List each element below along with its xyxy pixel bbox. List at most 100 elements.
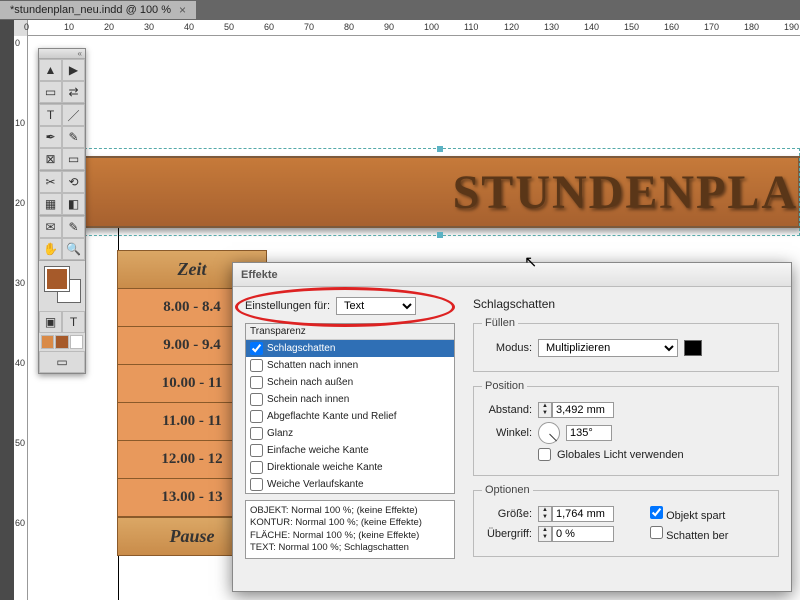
drop-shadow-heading: Schlagschatten [473,297,779,311]
settings-for-select[interactable]: Text [336,297,416,315]
title-banner-frame[interactable]: STUNDENPLA [82,156,800,228]
object-knocks-checkbox[interactable] [650,506,663,519]
angle-dial[interactable] [538,422,560,444]
effect-list-item[interactable]: Abgeflachte Kante und Relief [246,408,454,425]
shadow-color-swatch[interactable] [684,340,702,356]
format-container-icon[interactable]: ▣ [39,311,62,333]
effect-checkbox[interactable] [250,444,263,457]
hand-tool-icon[interactable]: ✋ [39,238,62,260]
apply-gradient-icon[interactable] [55,335,68,349]
object-knocks-label: Objekt spart [666,510,725,522]
effect-checkbox[interactable] [250,410,263,423]
pen-tool-icon[interactable]: ✒ [39,126,62,148]
effect-label: Schatten nach innen [267,360,358,371]
distance-label: Abstand: [482,404,532,416]
blend-fieldset: Füllen Modus: Multiplizieren [473,317,779,372]
blend-mode-select[interactable]: Multiplizieren [538,339,678,357]
effects-summary: OBJEKT: Normal 100 %; (keine Effekte) KO… [245,500,455,559]
effect-checkbox[interactable] [250,478,263,491]
angle-label: Winkel: [482,427,532,439]
effect-label: Schein nach innen [267,394,349,405]
rect-tool-icon[interactable]: ▭ [62,148,85,170]
fill-swatch[interactable] [45,267,69,291]
blend-legend: Füllen [482,317,518,329]
options-legend: Optionen [482,484,533,496]
effect-list-item[interactable]: Schatten nach innen [246,357,454,374]
effect-list-item[interactable]: Schein nach außen [246,374,454,391]
view-mode-icon[interactable]: ▭ [39,351,85,373]
page-tool-icon[interactable]: ▭ [39,81,62,103]
effect-label: Schlagschatten [267,343,335,354]
size-label: Größe: [482,508,532,520]
spread-input[interactable] [552,526,614,542]
direct-select-tool-icon[interactable]: ▶ [62,59,85,81]
distance-input[interactable] [552,402,614,418]
distance-spinner[interactable]: ▲▼ [538,402,614,418]
pencil-tool-icon[interactable]: ✎ [62,126,85,148]
banner-text: STUNDENPLA [453,165,798,220]
effects-listbox[interactable]: Transparenz Schlagschatten Schatten nach … [245,323,455,494]
note-tool-icon[interactable]: ✉ [39,216,62,238]
effect-list-item[interactable]: Einfache weiche Kante [246,442,454,459]
effect-list-item[interactable]: Schlagschatten [246,340,454,357]
fill-stroke-swatch[interactable] [39,261,85,311]
close-tab-icon[interactable]: × [179,3,186,17]
color-mode-row [39,333,85,351]
effect-label: Glanz [267,428,293,439]
document-tab[interactable]: *stundenplan_neu.indd @ 100 % × [0,1,196,19]
options-fieldset: Optionen Größe: ▲▼ Objekt spart Übergrif… [473,484,779,557]
dialog-title[interactable]: Effekte [233,263,791,287]
line-tool-icon[interactable]: ／ [62,104,85,126]
selection-tool-icon[interactable]: ▲ [39,59,62,81]
tab-title: *stundenplan_neu.indd @ 100 % [10,4,171,16]
effect-checkbox[interactable] [250,427,263,440]
effect-list-item[interactable]: Weiche Verlaufskante [246,476,454,493]
effect-checkbox[interactable] [250,393,263,406]
position-fieldset: Position Abstand: ▲▼ Winkel: Globales Li… [473,380,779,476]
settings-for-label: Einstellungen für: [245,300,330,312]
shadow-honors-checkbox[interactable] [650,526,663,539]
effect-list-item[interactable]: Schein nach innen [246,391,454,408]
apply-none-icon[interactable] [70,335,83,349]
spread-label: Übergriff: [482,528,532,540]
spread-spinner[interactable]: ▲▼ [538,526,614,542]
shadow-honors-label: Schatten ber [666,530,728,542]
size-spinner[interactable]: ▲▼ [538,506,614,522]
size-input[interactable] [552,506,614,522]
effect-label: Direktionale weiche Kante [267,462,383,473]
global-light-label: Globales Licht verwenden [557,449,684,461]
gap-tool-icon[interactable]: ⇄ [62,81,85,103]
effect-checkbox[interactable] [250,359,263,372]
mode-label: Modus: [482,342,532,354]
effects-dialog[interactable]: Effekte Einstellungen für: Text Transpar… [232,262,792,592]
document-tabbar: *stundenplan_neu.indd @ 100 % × [0,0,800,20]
scissors-tool-icon[interactable]: ✂ [39,171,62,193]
apply-color-icon[interactable] [41,335,54,349]
zoom-tool-icon[interactable]: 🔍 [62,238,85,260]
effect-checkbox[interactable] [250,461,263,474]
effect-list-item[interactable]: Glanz [246,425,454,442]
type-tool-icon[interactable]: T [39,104,62,126]
gradient-swatch-tool-icon[interactable]: ▦ [39,193,62,215]
effect-checkbox[interactable] [250,376,263,389]
ruler-horizontal[interactable]: 0102030405060708090100110120130140150160… [14,20,800,36]
transform-tool-icon[interactable]: ⟲ [62,171,85,193]
ruler-vertical[interactable]: 0102030405060 [14,36,28,600]
angle-input[interactable] [566,425,612,441]
panel-grip[interactable]: « [39,49,85,59]
list-header[interactable]: Transparenz [246,324,454,340]
position-legend: Position [482,380,527,392]
tools-panel[interactable]: « ▲ ▶ ▭ ⇄ T ／ ✒ ✎ ⊠ ▭ ✂ ⟲ ▦ ◧ ✉ ✎ ✋ 🔍 ▣ … [38,48,86,374]
format-text-icon[interactable]: T [62,311,85,333]
effect-list-item[interactable]: Direktionale weiche Kante [246,459,454,476]
effect-checkbox[interactable] [250,342,263,355]
gradient-feather-tool-icon[interactable]: ◧ [62,193,85,215]
ruler-top-ticks: 0102030405060708090100110120130140150160… [28,20,800,35]
rect-frame-tool-icon[interactable]: ⊠ [39,148,62,170]
global-light-checkbox[interactable] [538,448,551,461]
effect-label: Einfache weiche Kante [267,445,369,456]
effect-label: Weiche Verlaufskante [267,479,364,490]
eyedropper-tool-icon[interactable]: ✎ [62,216,85,238]
effect-label: Schein nach außen [267,377,353,388]
effect-label: Abgeflachte Kante und Relief [267,411,397,422]
